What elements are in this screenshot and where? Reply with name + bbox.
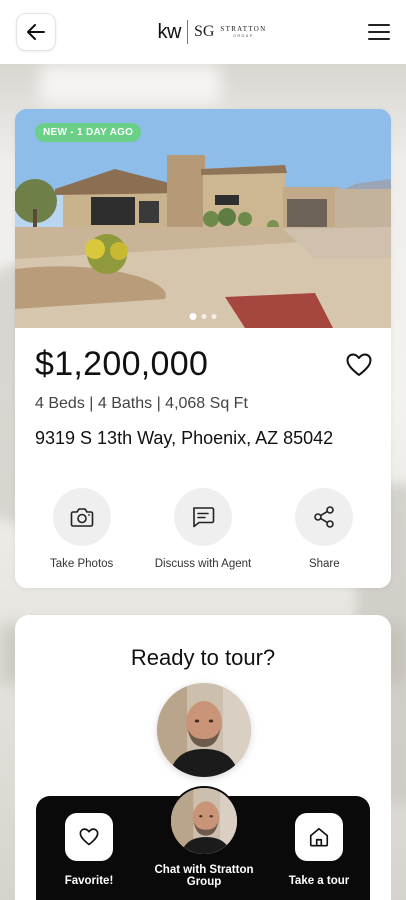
new-listing-badge: NEW - 1 DAY AGO <box>35 123 142 142</box>
share-icon-circle[interactable] <box>295 488 354 546</box>
tour-title: Ready to tour? <box>130 645 276 670</box>
bottom-action-bar: Favorite! Chat with Stratton Group Take <box>36 786 370 900</box>
chat-agent-portrait <box>171 788 237 854</box>
share-label: Share <box>308 558 340 570</box>
agent-portrait <box>157 683 251 777</box>
favorite-action-label: Favorite! <box>64 875 114 887</box>
logo-brand-sub: GROUP <box>233 33 254 38</box>
take-photos-icon-circle[interactable] <box>52 488 111 546</box>
heart-icon <box>79 828 99 846</box>
photo-dot[interactable] <box>201 314 207 319</box>
discuss-icon-circle[interactable] <box>173 488 232 546</box>
logo-brand: STRATTON GROUP <box>220 24 267 39</box>
listing-price: $1,200,000 <box>35 345 209 383</box>
logo-kw: kw <box>157 20 182 43</box>
logo-brand-name: STRATTON <box>220 24 267 33</box>
logo-monogram: SG <box>193 23 215 40</box>
price-row: $1,200,000 <box>35 345 373 384</box>
top-header: kw SG STRATTON GROUP <box>0 0 406 64</box>
listing-address: 9319 S 13th Way, Phoenix, AZ 85042 <box>35 428 334 448</box>
favorite-action-button[interactable] <box>65 813 113 861</box>
photo-dot[interactable] <box>189 313 197 320</box>
hamburger-icon <box>368 24 390 26</box>
chat-action-label: Chat with Stratton Group <box>154 864 254 888</box>
favorite-button[interactable] <box>345 351 373 379</box>
back-button[interactable] <box>16 13 56 51</box>
chat-bubble-icon <box>192 507 215 528</box>
take-photos-label: Take Photos <box>50 558 114 570</box>
arrow-left-icon <box>27 24 45 40</box>
listing-card: NEW - 1 DAY AGO $1,200,000 4 Beds | 4 Ba… <box>15 109 391 588</box>
favorite-action[interactable]: Favorite! <box>54 813 124 887</box>
take-tour-action-label: Take a tour <box>288 875 350 887</box>
listing-specs: 4 Beds | 4 Baths | 4,068 Sq Ft <box>35 395 248 412</box>
heart-icon <box>346 353 372 376</box>
discuss-with-agent-button[interactable]: Discuss with Agent <box>143 488 263 570</box>
share-button[interactable]: Share <box>264 488 384 570</box>
agent-avatar[interactable] <box>157 683 251 777</box>
discuss-with-agent-label: Discuss with Agent <box>154 558 252 570</box>
listing-photo[interactable]: NEW - 1 DAY AGO <box>15 109 391 328</box>
photo-pagination-dots[interactable] <box>189 313 217 320</box>
camera-icon <box>70 508 93 527</box>
logo-divider <box>186 20 188 44</box>
take-tour-action[interactable]: Take a tour <box>279 813 359 887</box>
home-icon <box>309 827 329 847</box>
take-tour-action-button[interactable] <box>295 813 343 861</box>
chat-agent-avatar[interactable] <box>169 786 239 856</box>
take-photos-button[interactable]: Take Photos <box>22 488 142 570</box>
listing-actions: Take Photos Discuss with Agent Share <box>15 488 391 570</box>
share-icon <box>314 506 335 528</box>
photo-dot[interactable] <box>211 314 217 319</box>
brand-logo[interactable]: kw SG STRATTON GROUP <box>158 20 267 44</box>
menu-button[interactable] <box>368 24 390 40</box>
chat-action[interactable]: Chat with Stratton Group <box>144 786 264 888</box>
